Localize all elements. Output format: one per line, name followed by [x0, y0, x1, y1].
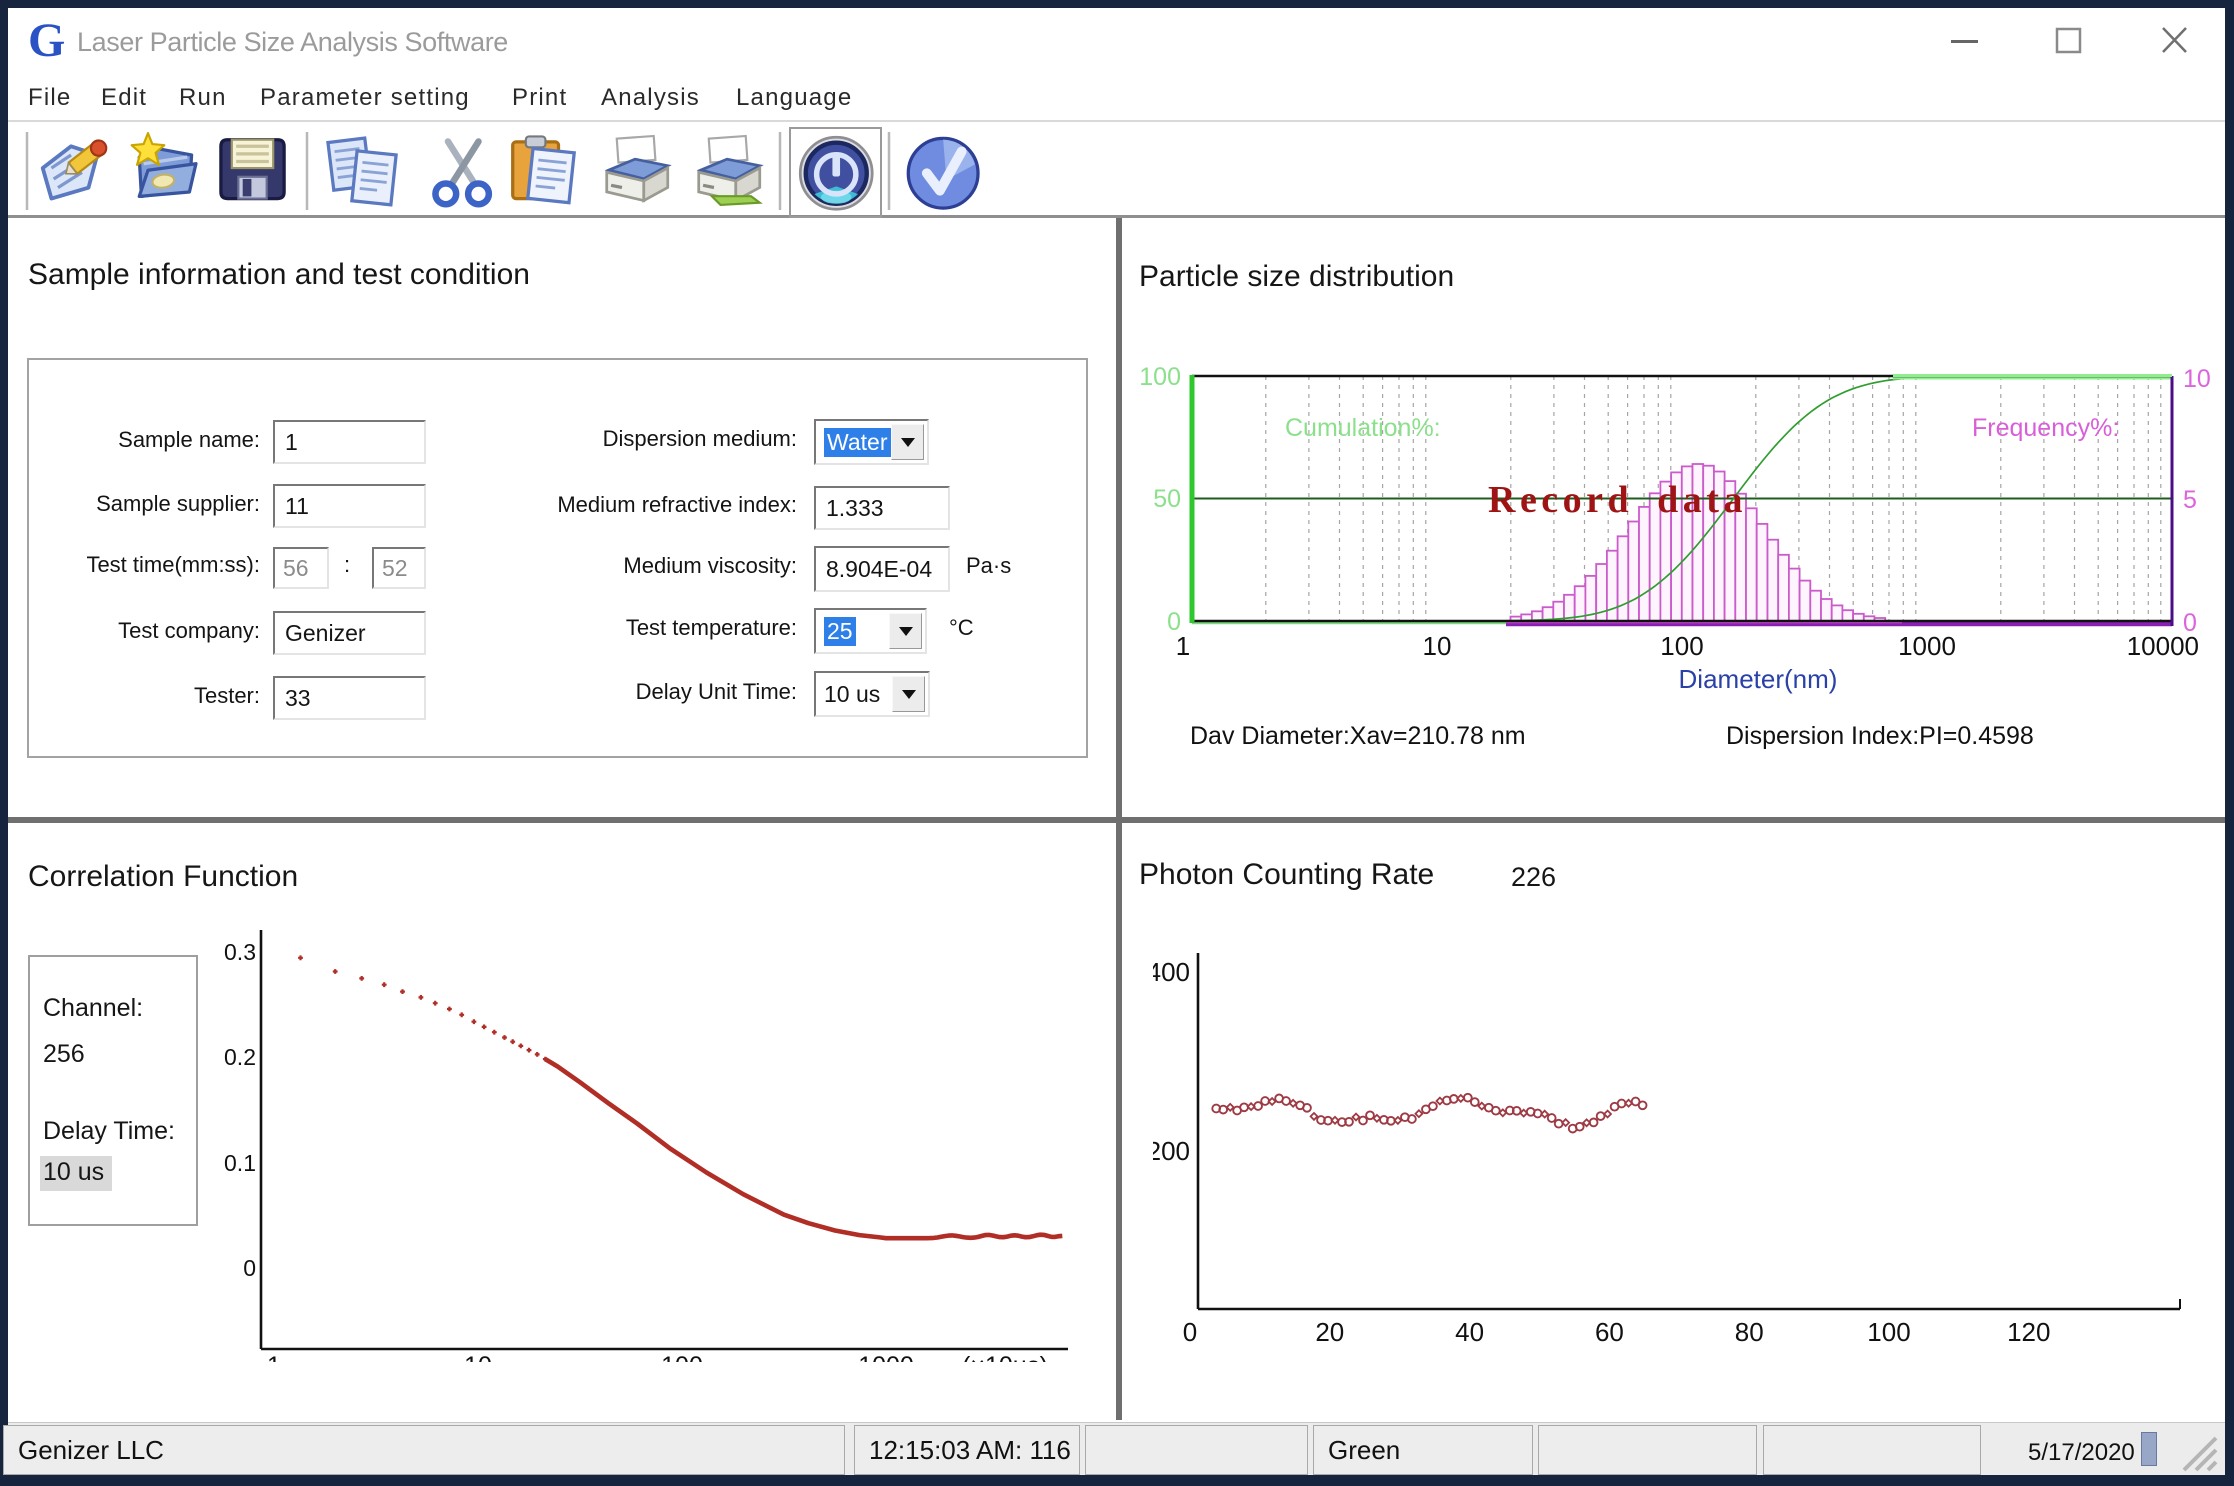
svg-text:Frequency%:: Frequency%:: [1972, 414, 2119, 442]
svg-text:Dav Diameter:Xav=210.78 nm: Dav Diameter:Xav=210.78 nm: [1190, 722, 1526, 750]
svg-text:Dispersion Index:PI=0.4598: Dispersion Index:PI=0.4598: [1726, 722, 2034, 750]
svg-text:20: 20: [1315, 1317, 1344, 1347]
svg-text:Record data: Record data: [1488, 479, 1747, 521]
svg-text:100: 100: [1867, 1317, 1910, 1347]
svg-text:10000: 10000: [2127, 631, 2199, 661]
svg-text:50: 50: [1153, 485, 1181, 513]
svg-text:Cumulation%:: Cumulation%:: [1285, 414, 1441, 442]
svg-text:200: 200: [1147, 1136, 1190, 1166]
svg-text:10: 10: [1423, 631, 1452, 661]
svg-text:10: 10: [2183, 365, 2211, 393]
svg-text:0: 0: [243, 1255, 256, 1281]
svg-text:1: 1: [1176, 631, 1190, 661]
svg-text:60: 60: [1595, 1317, 1624, 1347]
svg-text:Diameter(nm): Diameter(nm): [1679, 664, 1838, 694]
svg-text:120: 120: [2007, 1317, 2050, 1347]
svg-text:5: 5: [2183, 486, 2197, 514]
svg-text:40: 40: [1455, 1317, 1484, 1347]
svg-text:1000: 1000: [1898, 631, 1956, 661]
svg-text:0: 0: [1183, 1317, 1197, 1347]
svg-text:0.3: 0.3: [224, 939, 256, 965]
svg-text:0.1: 0.1: [224, 1150, 256, 1176]
svg-text:400: 400: [1147, 957, 1190, 987]
svg-text:80: 80: [1735, 1317, 1764, 1347]
svg-text:0.2: 0.2: [224, 1044, 256, 1070]
svg-text:100: 100: [1139, 363, 1181, 391]
svg-text:100: 100: [1660, 631, 1703, 661]
